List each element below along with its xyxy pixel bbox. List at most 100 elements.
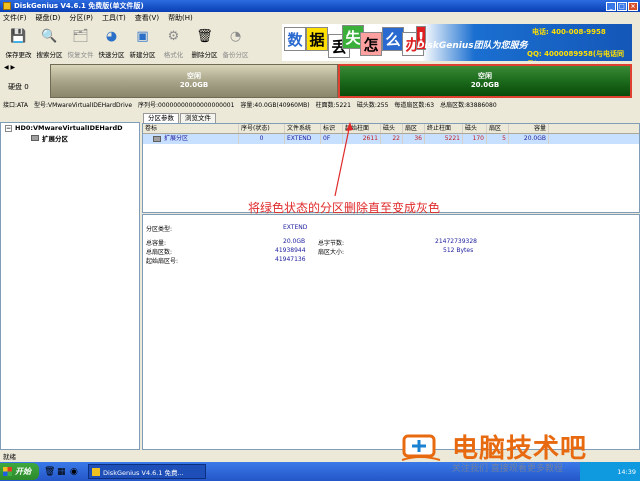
- window-title: DiskGenius V4.6.1 免费版(单文件版): [14, 2, 144, 10]
- tree-item-extended-partition[interactable]: 扩展分区: [1, 133, 139, 143]
- disk-interface: 接口:ATA: [3, 101, 28, 109]
- save-icon: 💾: [10, 28, 27, 44]
- detail-capacity-label: 总容量:: [146, 240, 167, 247]
- detail-capacity-value: 20.0GB: [283, 238, 306, 245]
- delete-partition-button[interactable]: 🗑 删除分区: [189, 23, 220, 61]
- banner-tile: 数: [284, 27, 306, 51]
- tab-browse-files[interactable]: 浏览文件: [180, 113, 216, 123]
- recycle-bin-icon[interactable]: 🗑: [44, 467, 55, 477]
- disk-model: 型号:VMwareVirtualIDEHardDrive: [33, 101, 133, 109]
- close-button[interactable]: ×: [628, 1, 638, 11]
- detail-total-bytes-label: 总字节数:: [318, 240, 345, 247]
- backup-partition-button[interactable]: ◔ 备份分区: [220, 23, 251, 61]
- table-header: 卷标 序号(状态) 文件系统 标识 起始柱面 磁头 扇区 终止柱面 磁头 扇区 …: [143, 124, 639, 134]
- clock[interactable]: 14:39: [617, 468, 636, 476]
- column-header[interactable]: 文件系统: [285, 124, 321, 133]
- recover-icon: 🗂: [72, 28, 89, 44]
- partition-free-2[interactable]: 空闲 20.0GB: [338, 64, 632, 98]
- menu-tools[interactable]: 工具(T): [102, 13, 126, 23]
- maximize-button[interactable]: □: [617, 1, 627, 11]
- recover-files-button[interactable]: 🗂 恢复文件: [65, 23, 96, 61]
- detail-start-sector-value: 41947136: [275, 256, 306, 263]
- new-partition-button[interactable]: ▣ 新建分区: [127, 23, 158, 61]
- menu-file[interactable]: 文件(F): [3, 13, 27, 23]
- banner-qq: QQ: 4000089958(与电话同号): [527, 50, 625, 61]
- disk-heads: 磁头数:255: [356, 101, 389, 109]
- disk-cylinders: 柱面数:5221: [315, 101, 351, 109]
- disk-info-bar: 接口:ATA 型号:VMwareVirtualIDEHardDrive 序列号:…: [0, 99, 640, 109]
- quick-partition-button[interactable]: ◕ 快速分区: [96, 23, 127, 61]
- disk-nav-arrows[interactable]: ◀ ▶: [4, 64, 15, 71]
- partition-details: 分区类型: EXTEND 总容量: 20.0GB 总字节数: 214727393…: [142, 214, 640, 450]
- search-icon: 🔍: [41, 28, 58, 44]
- new-partition-icon: ▣: [136, 28, 149, 44]
- detail-type-value: EXTEND: [283, 224, 308, 231]
- watermark-subtext: 关注我们 直接观看更多教程: [452, 464, 563, 474]
- column-header[interactable]: 卷标: [143, 124, 239, 133]
- window-controls: _ □ ×: [606, 1, 640, 11]
- format-button[interactable]: ⚙ 格式化: [158, 23, 189, 61]
- title-bar: DiskGenius V4.6.1 免费版(单文件版) _ □ ×: [0, 0, 640, 12]
- column-header[interactable]: 扇区: [403, 124, 425, 133]
- start-button[interactable]: 开始: [0, 463, 39, 480]
- quick-partition-icon: ◕: [105, 28, 118, 44]
- column-header[interactable]: 标识: [321, 124, 343, 133]
- disk-navigator: ◀ ▶ 硬盘 0: [0, 62, 50, 100]
- watermark-text: 电脑技术吧: [452, 434, 588, 464]
- detail-sectors-label: 总扇区数:: [146, 249, 173, 256]
- desktop-icon[interactable]: ▦: [57, 467, 67, 477]
- system-tray: 14:39: [580, 462, 640, 481]
- detail-sector-size-value: 512 Bytes: [443, 247, 474, 254]
- detail-total-bytes-value: 21472739328: [435, 238, 477, 245]
- collapse-icon[interactable]: −: [5, 124, 12, 132]
- tab-partition-params[interactable]: 分区参数: [143, 113, 179, 123]
- banner-tile: 据: [306, 27, 328, 51]
- disk-tree: − HD0:VMwareVirtualIDEHardD 扩展分区: [0, 122, 140, 450]
- partition-icon: [31, 135, 39, 141]
- toolbar: 💾 保存更改 🔍 搜索分区 🗂 恢复文件 ◕ 快速分区 ▣ 新建分区 ⚙ 格式化 🗑 删除分区…: [0, 23, 280, 61]
- minimize-button[interactable]: _: [606, 1, 616, 11]
- disk-serial: 序列号:00000000000000000001: [138, 101, 235, 109]
- partition-size: 20.0GB: [470, 81, 500, 89]
- taskbar-item-diskgenius[interactable]: DiskGenius V4.6.1 免费...: [88, 464, 206, 479]
- menu-help[interactable]: 帮助(H): [168, 13, 193, 23]
- partition-label: 空闲: [187, 72, 201, 80]
- detail-type-label: 分区类型:: [146, 226, 173, 233]
- table-row[interactable]: 扩展分区 0 EXTEND 0F 2611 22 36 5221 170 5 2…: [143, 134, 639, 144]
- ad-banner[interactable]: 数 据 丢 失 怎 么 办 ! DiskGenius团队为您服务 电话: 400…: [282, 24, 632, 61]
- disk-capacity: 容量:40.0GB(40960MB): [240, 101, 310, 109]
- save-changes-button[interactable]: 💾 保存更改: [3, 23, 34, 61]
- windows-flag-icon: [3, 467, 12, 476]
- banner-tile: 怎: [360, 32, 382, 56]
- menu-partition[interactable]: 分区(P): [69, 13, 93, 23]
- partition-free-1[interactable]: 空闲 20.0GB: [50, 64, 338, 98]
- menu-bar: 文件(F) 硬盘(D) 分区(P) 工具(T) 查看(V) 帮助(H): [0, 12, 640, 23]
- banner-phone: 电话: 400-008-9958: [532, 28, 606, 36]
- menu-view[interactable]: 查看(V): [135, 13, 159, 23]
- search-partition-button[interactable]: 🔍 搜索分区: [34, 23, 65, 61]
- menu-disk[interactable]: 硬盘(D): [36, 13, 61, 23]
- banner-tile: 么: [382, 27, 404, 51]
- partition-icon: [153, 135, 161, 142]
- column-header[interactable]: 序号(状态): [239, 124, 285, 133]
- tab-bar: 分区参数 浏览文件: [143, 113, 216, 123]
- partition-label: 空闲: [478, 72, 492, 80]
- column-header[interactable]: 磁头: [463, 124, 487, 133]
- watermark-logo-icon: [401, 434, 441, 461]
- column-header[interactable]: 终止柱面: [425, 124, 463, 133]
- disk-total-sectors: 总扇区数:83886080: [440, 101, 497, 109]
- column-header[interactable]: 起始柱面: [343, 124, 381, 133]
- format-icon: ⚙: [167, 28, 180, 44]
- detail-sectors-value: 41938944: [275, 247, 306, 254]
- delete-partition-icon: 🗑: [196, 28, 213, 44]
- column-header[interactable]: 容量: [509, 124, 549, 133]
- detail-start-sector-label: 起始扇区号:: [146, 258, 179, 265]
- tree-item-disk[interactable]: − HD0:VMwareVirtualIDEHardD: [1, 123, 139, 133]
- column-header[interactable]: 磁头: [381, 124, 403, 133]
- media-icon[interactable]: ◉: [70, 467, 80, 477]
- disk-sectors-per-track: 每道扇区数:63: [394, 101, 435, 109]
- disk-label: 硬盘 0: [8, 83, 29, 91]
- backup-icon: ◔: [229, 28, 242, 44]
- banner-brand: DiskGenius团队为您服务: [417, 41, 528, 51]
- column-header[interactable]: 扇区: [487, 124, 509, 133]
